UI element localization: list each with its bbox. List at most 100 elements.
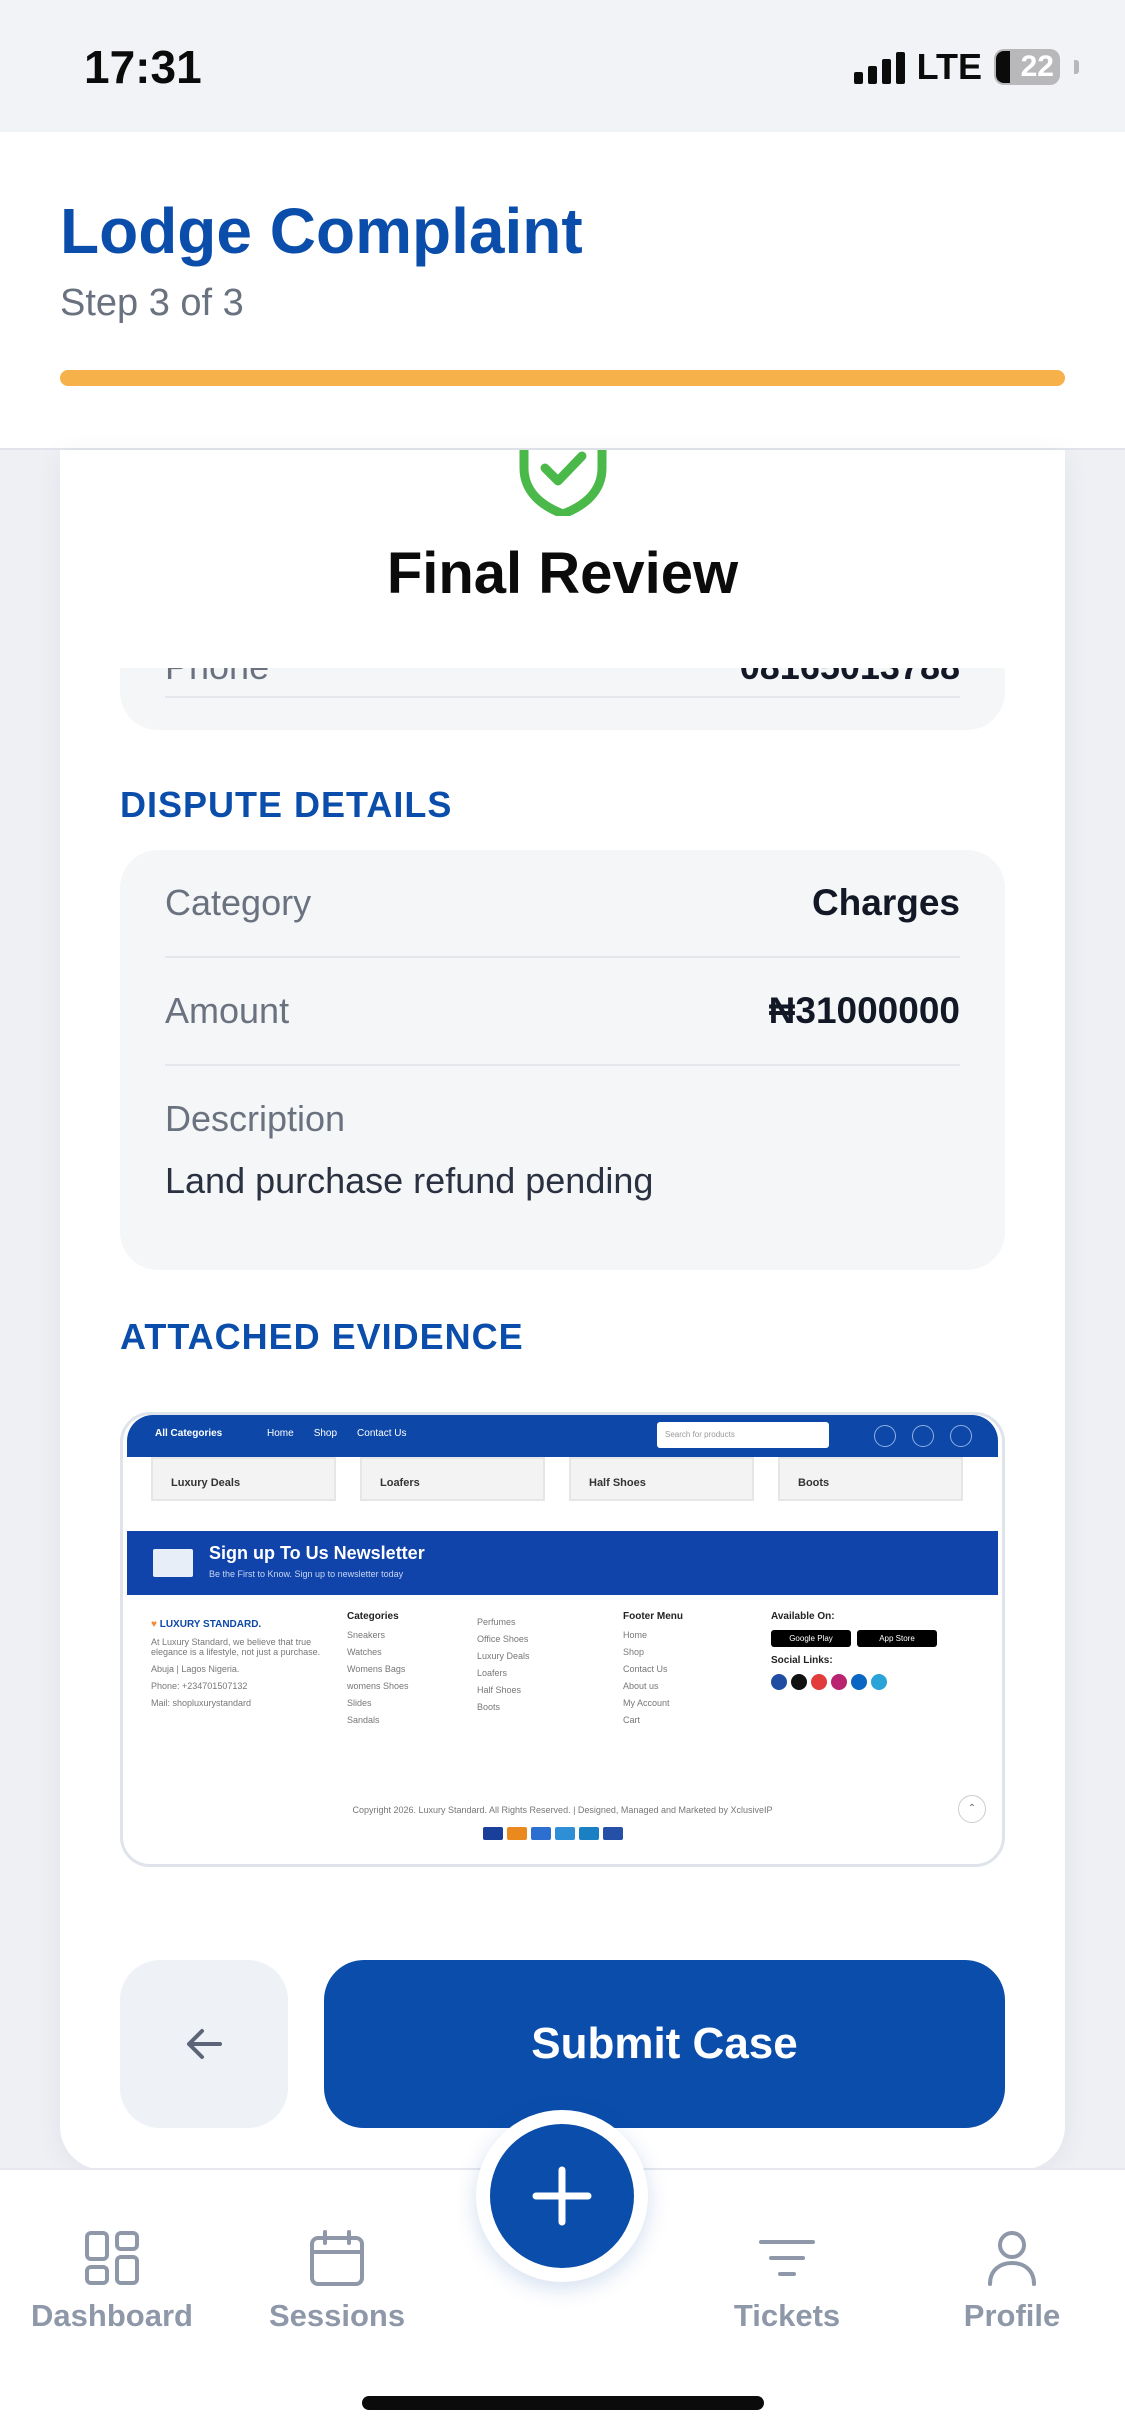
evidence-tile-label: Half Shoes bbox=[589, 1477, 646, 1489]
footer-link: My Account bbox=[623, 1698, 670, 1708]
app-store-badge: App Store bbox=[857, 1630, 937, 1647]
footer-link: Slides bbox=[347, 1698, 372, 1708]
footer-link: Contact Us bbox=[623, 1664, 668, 1674]
footer-link: Cart bbox=[623, 1715, 641, 1725]
dashboard-icon bbox=[85, 2231, 139, 2285]
amount-label: Amount bbox=[165, 990, 290, 1031]
page-title: Lodge Complaint bbox=[60, 195, 583, 267]
nav-tickets[interactable]: Tickets bbox=[677, 2228, 897, 2334]
phone-value: 08165013788 bbox=[740, 668, 960, 688]
page-header: Lodge Complaint Step 3 of 3 bbox=[0, 132, 1125, 450]
brand-about: At Luxury Standard, we believe that true… bbox=[151, 1637, 321, 1657]
network-label: LTE bbox=[916, 46, 982, 87]
brand-location: Abuja | Lagos Nigeria. bbox=[151, 1664, 240, 1674]
nav-dashboard-label: Dashboard bbox=[31, 2298, 193, 2333]
footer-link: About us bbox=[623, 1681, 659, 1691]
social-title: Social Links: bbox=[771, 1655, 833, 1666]
detail-row-category: Category Charges bbox=[165, 850, 960, 958]
evidence-section-title: ATTACHED EVIDENCE bbox=[120, 1316, 524, 1357]
footer-link: Watches bbox=[347, 1647, 382, 1657]
user-icon bbox=[988, 2231, 1036, 2286]
add-button-circle bbox=[490, 2124, 634, 2268]
back-button[interactable] bbox=[120, 1960, 288, 2128]
amount-value: ₦31000000 bbox=[768, 990, 960, 1031]
available-title: Available On: bbox=[771, 1611, 835, 1622]
brand-phone: Phone: +234701507132 bbox=[151, 1681, 248, 1691]
evidence-category-tiles: Luxury Deals Loafers Half Shoes Boots bbox=[151, 1457, 963, 1501]
evidence-attachment[interactable]: All Categories Home Shop Contact Us Sear… bbox=[120, 1412, 1005, 1867]
evidence-newsletter: Sign up To Us Newsletter Be the First to… bbox=[127, 1531, 998, 1595]
status-bar: 17:31 LTE 22 bbox=[0, 0, 1125, 132]
footer-menu-title: Footer Menu bbox=[623, 1611, 683, 1622]
battery-level: 22 bbox=[1020, 50, 1054, 83]
evidence-footer: ♥ LUXURY STANDARD. At Luxury Standard, w… bbox=[151, 1611, 951, 1781]
nav-profile[interactable]: Profile bbox=[902, 2228, 1122, 2334]
newsletter-title: Sign up To Us Newsletter bbox=[209, 1543, 425, 1563]
footer-link: Home bbox=[623, 1630, 648, 1640]
review-card: Final Review Phone 08165013788 DISPUTE D… bbox=[60, 450, 1065, 2170]
payment-icons bbox=[483, 1827, 623, 1840]
footer-link: Luxury Deals bbox=[477, 1651, 530, 1661]
category-value: Charges bbox=[811, 882, 960, 923]
newsletter-subtitle: Be the First to Know. Sign up to newslet… bbox=[209, 1569, 404, 1579]
nav-sessions[interactable]: Sessions bbox=[227, 2228, 447, 2334]
signal-icon bbox=[853, 50, 905, 84]
detail-row-amount: Amount ₦31000000 bbox=[165, 958, 960, 1066]
footer-link: Womens Bags bbox=[347, 1664, 406, 1674]
calendar-icon bbox=[310, 2230, 364, 2286]
nav-dashboard[interactable]: Dashboard bbox=[2, 2228, 222, 2334]
status-time: 17:31 bbox=[84, 41, 202, 93]
footer-link: Sneakers bbox=[347, 1630, 386, 1640]
plus-icon bbox=[532, 2166, 592, 2226]
status-indicators: LTE 22 bbox=[853, 46, 1079, 88]
evidence-tile-label: Loafers bbox=[380, 1477, 420, 1489]
footer-link: Perfumes bbox=[477, 1617, 516, 1627]
brand-name: LUXURY STANDARD. bbox=[159, 1619, 262, 1630]
footer-link: Half Shoes bbox=[477, 1685, 522, 1695]
filter-lines-icon bbox=[759, 2240, 815, 2276]
footer-link: Boots bbox=[477, 1702, 501, 1712]
evidence-site-nav: All Categories Home Shop Contact Us Sear… bbox=[127, 1415, 998, 1457]
shield-check-icon bbox=[519, 450, 607, 516]
progress-bar bbox=[60, 370, 1065, 386]
battery-icon: 22 bbox=[994, 49, 1060, 85]
evidence-search: Search for products bbox=[657, 1422, 829, 1448]
evidence-copyright: Copyright 2026. Luxury Standard. All Rig… bbox=[352, 1805, 773, 1815]
evidence-tile-label: Luxury Deals bbox=[171, 1477, 241, 1489]
arrow-left-icon bbox=[187, 2029, 222, 2059]
footer-categories-title: Categories bbox=[347, 1611, 399, 1622]
social-icons bbox=[771, 1674, 971, 1690]
nav-profile-label: Profile bbox=[963, 2298, 1061, 2333]
submit-case-button[interactable]: Submit Case bbox=[324, 1960, 1005, 2128]
progress-fill bbox=[60, 370, 1065, 386]
step-indicator: Step 3 of 3 bbox=[60, 282, 244, 324]
description-value: Land purchase refund pending bbox=[165, 1160, 654, 1201]
review-title: Final Review bbox=[386, 541, 739, 606]
footer-link: womens Shoes bbox=[347, 1681, 409, 1691]
evidence-categories: All Categories bbox=[155, 1428, 223, 1439]
envelope-icon bbox=[153, 1549, 193, 1577]
home-indicator[interactable] bbox=[362, 2396, 764, 2410]
dispute-details-box: Category Charges Amount ₦31000000 Descri… bbox=[120, 850, 1005, 1270]
phone-label: Phone bbox=[165, 668, 269, 688]
dispute-section-title: DISPUTE DETAILS bbox=[120, 784, 453, 825]
evidence-nav-icons bbox=[874, 1425, 972, 1447]
category-label: Category bbox=[165, 882, 312, 923]
contact-row-phone: Phone 08165013788 bbox=[165, 668, 960, 698]
evidence-link: Contact Us bbox=[357, 1428, 407, 1439]
evidence-tile-label: Boots bbox=[798, 1477, 830, 1489]
description-label: Description bbox=[165, 1098, 346, 1139]
google-play-badge: Google Play bbox=[771, 1630, 851, 1647]
footer-link: Office Shoes bbox=[477, 1634, 529, 1644]
contact-details-box: Phone 08165013788 bbox=[120, 668, 1005, 730]
add-button[interactable] bbox=[476, 2110, 648, 2282]
footer-link: Loafers bbox=[477, 1668, 508, 1678]
brand-mail: Mail: shopluxurystandard bbox=[151, 1698, 252, 1708]
nav-tickets-label: Tickets bbox=[733, 2298, 841, 2333]
evidence-link: Home bbox=[267, 1428, 294, 1439]
footer-link: Sandals bbox=[347, 1715, 380, 1725]
nav-sessions-label: Sessions bbox=[268, 2298, 406, 2333]
app-screen: 17:31 LTE 22 Lodge Complaint Step 3 of 3… bbox=[0, 0, 1125, 2436]
footer-link: Shop bbox=[623, 1647, 645, 1657]
evidence-link: Shop bbox=[313, 1428, 338, 1439]
